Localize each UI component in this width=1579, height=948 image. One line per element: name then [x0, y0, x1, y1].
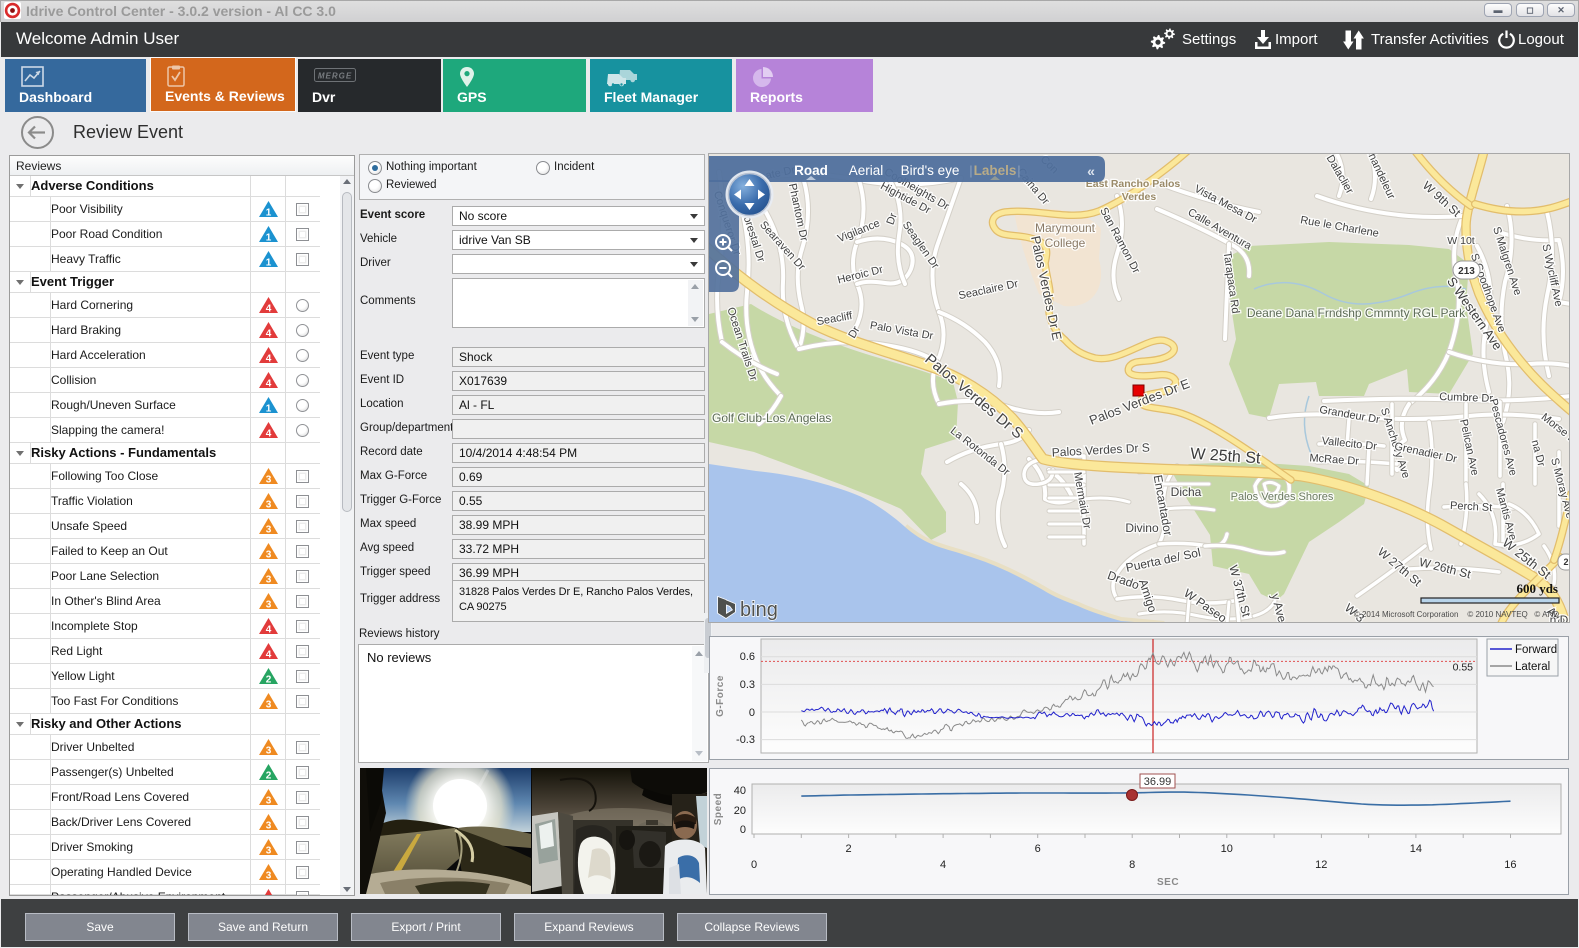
svg-text:3: 3: [266, 700, 272, 711]
svg-text:Divino: Divino: [1125, 521, 1159, 535]
svg-text:16: 16: [1504, 859, 1516, 871]
svg-text:College: College: [1045, 236, 1086, 250]
svg-text:Labels: Labels: [974, 163, 1017, 178]
svg-text:3: 3: [266, 821, 272, 832]
svg-text:3: 3: [266, 746, 272, 757]
svg-text:Marymount: Marymount: [1035, 221, 1096, 235]
svg-text:Deane Dana Frndshp Cmmnty RGL: Deane Dana Frndshp Cmmnty RGL Park: [1247, 306, 1466, 320]
svg-text:3: 3: [266, 525, 272, 536]
svg-text:3: 3: [266, 846, 272, 857]
svg-text:Palos Verdes Shores: Palos Verdes Shores: [1231, 491, 1334, 503]
svg-text:1: 1: [266, 233, 272, 244]
svg-text:2: 2: [266, 675, 272, 686]
svg-text:3: 3: [266, 600, 272, 611]
svg-text:0.3: 0.3: [740, 679, 755, 691]
svg-text:10: 10: [1221, 843, 1233, 855]
svg-text:3: 3: [266, 796, 272, 807]
svg-text:4: 4: [266, 354, 272, 365]
svg-text:3: 3: [266, 871, 272, 882]
svg-text:Verdes: Verdes: [1122, 191, 1157, 203]
svg-text:36.99: 36.99: [1144, 776, 1172, 788]
svg-text:213: 213: [1458, 266, 1475, 277]
svg-text:4: 4: [266, 329, 272, 340]
svg-text:0: 0: [751, 859, 757, 871]
svg-text:40: 40: [734, 785, 746, 797]
svg-text:1: 1: [266, 404, 272, 415]
svg-text:3: 3: [266, 550, 272, 561]
svg-text:4: 4: [266, 896, 272, 897]
svg-text:Bird's eye: Bird's eye: [901, 163, 960, 178]
svg-text:1: 1: [266, 208, 272, 219]
svg-text:12: 12: [1315, 859, 1327, 871]
svg-text:Aerial: Aerial: [849, 163, 884, 178]
svg-text:-0.3: -0.3: [736, 734, 755, 746]
svg-text:6: 6: [1035, 843, 1041, 855]
svg-text:8: 8: [1129, 859, 1135, 871]
svg-text:20: 20: [734, 805, 746, 817]
svg-text:4: 4: [266, 429, 272, 440]
svg-text:Perch St: Perch St: [1450, 500, 1493, 514]
svg-text:4: 4: [940, 859, 946, 871]
svg-text:2: 2: [266, 771, 272, 782]
svg-text:|: |: [1017, 163, 1020, 178]
svg-text:2: 2: [1563, 557, 1568, 567]
svg-text:Road: Road: [794, 163, 828, 178]
svg-text:4: 4: [266, 379, 272, 390]
svg-text:0.55: 0.55: [1453, 662, 1474, 674]
svg-text:bing: bing: [740, 599, 778, 621]
svg-text:600 yds: 600 yds: [1516, 581, 1558, 596]
svg-text:Lateral: Lateral: [1515, 661, 1550, 673]
svg-text:3: 3: [266, 475, 272, 486]
svg-text:Dicha: Dicha: [1171, 485, 1202, 499]
svg-text:1: 1: [266, 258, 272, 269]
svg-text:Forward: Forward: [1515, 644, 1557, 656]
svg-text:4: 4: [266, 625, 272, 636]
svg-text:Speed: Speed: [713, 793, 724, 826]
svg-text:0.6: 0.6: [740, 651, 755, 663]
svg-text:0: 0: [740, 824, 746, 836]
svg-text:0: 0: [749, 707, 755, 719]
svg-text:|: |: [969, 163, 972, 178]
svg-text:G-Force: G-Force: [715, 675, 726, 717]
svg-text:14: 14: [1410, 843, 1422, 855]
svg-text:Cumbre Dr: Cumbre Dr: [1439, 391, 1494, 405]
svg-text:«: «: [1087, 163, 1095, 179]
svg-text:Golf Club-Los Angelas: Golf Club-Los Angelas: [712, 411, 831, 425]
svg-text:4: 4: [266, 304, 272, 315]
svg-text:SEC: SEC: [1157, 877, 1179, 888]
svg-text:MERGE: MERGE: [318, 72, 352, 81]
svg-text:3: 3: [266, 500, 272, 511]
svg-text:W 10t: W 10t: [1447, 235, 1475, 247]
svg-text:© 2014 Microsoft Corporation: © 2014 Microsoft Corporation © 2010 NAVT…: [1354, 610, 1559, 619]
svg-text:3: 3: [266, 575, 272, 586]
svg-text:2: 2: [846, 843, 852, 855]
svg-text:4: 4: [266, 650, 272, 661]
